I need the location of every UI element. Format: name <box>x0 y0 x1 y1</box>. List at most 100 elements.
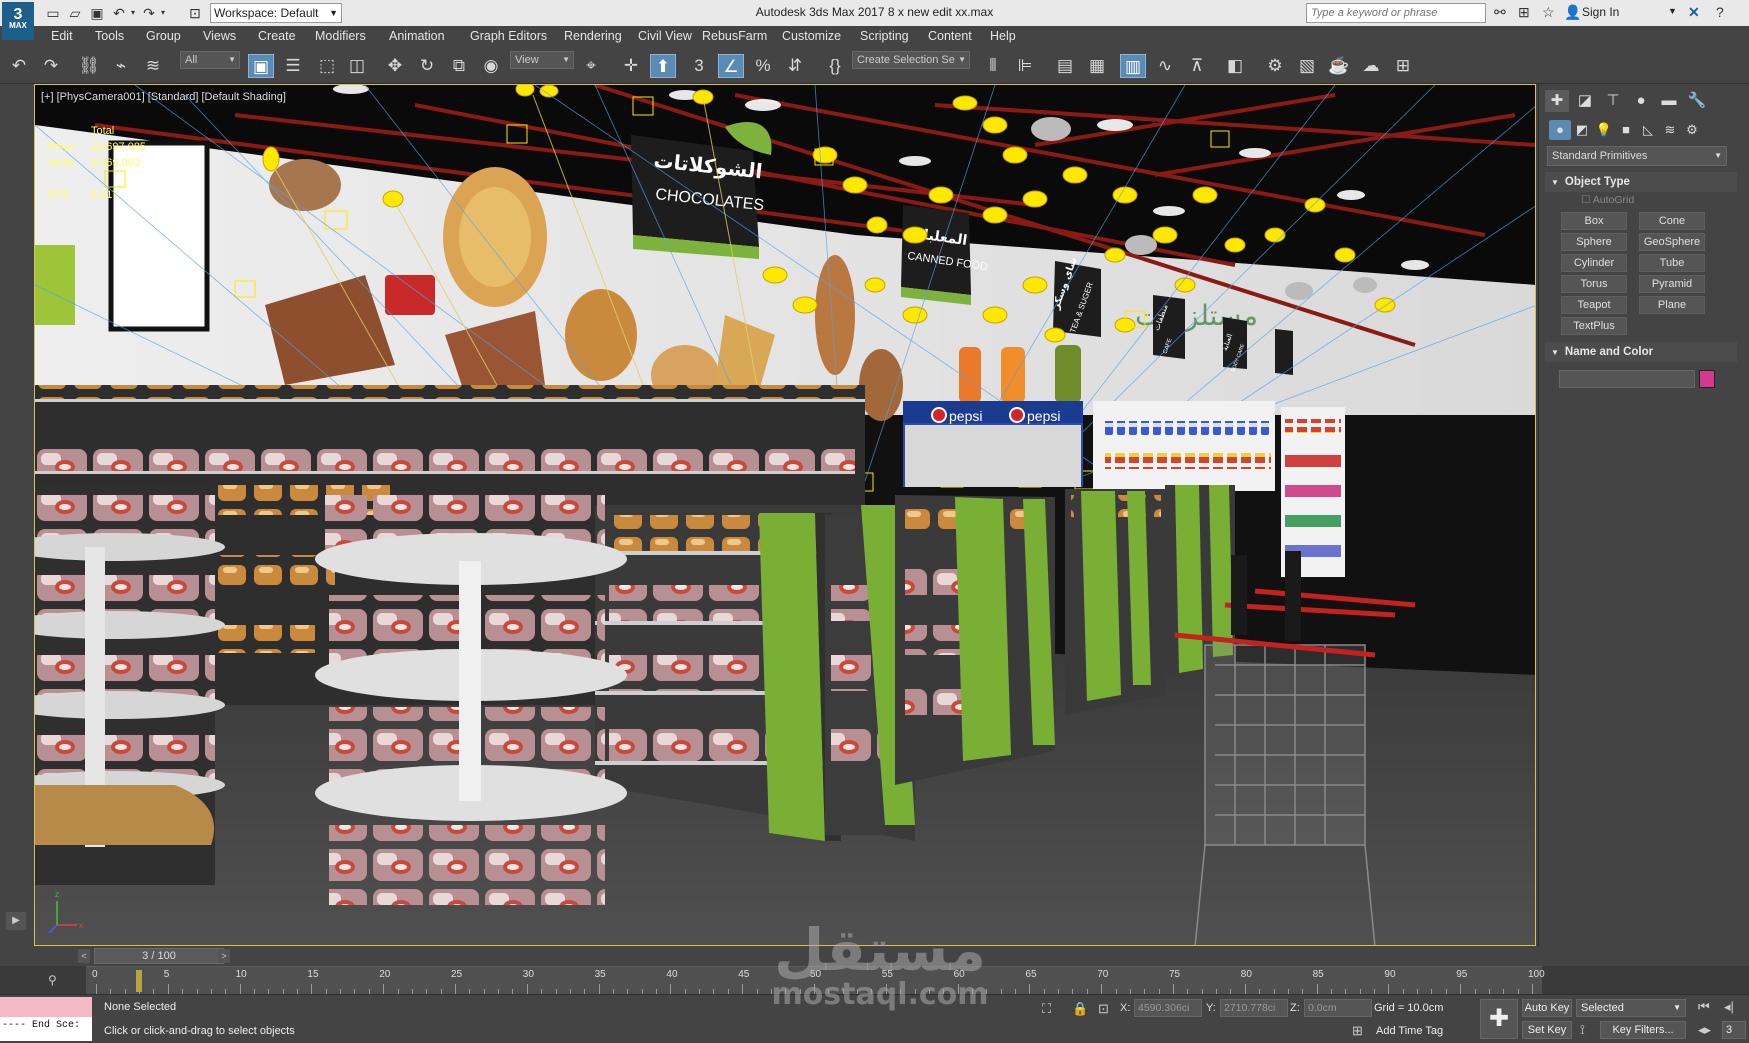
render-icon[interactable]: ☕ <box>1326 54 1352 78</box>
utilities-tab-wrench-icon[interactable]: 🔧 <box>1685 90 1709 112</box>
curve-editor-icon[interactable]: ∿ <box>1152 54 1178 78</box>
render-cloud-icon[interactable]: ☁ <box>1358 54 1384 78</box>
unlink-icon[interactable]: ⌁ <box>108 54 134 78</box>
move-icon[interactable]: ✥ <box>382 54 408 78</box>
save-icon[interactable]: ▣ <box>88 4 106 22</box>
material-editor-icon[interactable]: ◧ <box>1222 54 1248 78</box>
link-icon[interactable]: ⛓ <box>76 54 102 78</box>
project-folder-icon[interactable]: ⊡ <box>186 4 204 22</box>
exchange-apps-icon[interactable]: ✕ <box>1688 4 1700 21</box>
maxscript-listener[interactable]: ---- End Sce: <box>0 997 92 1041</box>
window-crossing-icon[interactable]: ◫ <box>344 54 370 78</box>
menu-rendering[interactable]: Rendering <box>564 29 622 43</box>
angle-snap-icon[interactable]: ∠ <box>718 54 744 78</box>
place-icon[interactable]: ◉ <box>478 54 504 78</box>
absolute-mode-icon[interactable]: ⊡ <box>1098 1001 1109 1017</box>
scale-icon[interactable]: ⧉ <box>446 54 472 78</box>
search-input[interactable] <box>1306 3 1486 23</box>
object-name-field[interactable] <box>1559 370 1695 388</box>
keyboard-shortcut-override-icon[interactable]: ⬆ <box>650 54 676 78</box>
go-to-start-icon[interactable]: ⏮ <box>1698 999 1710 1015</box>
track-bar-key-icon[interactable]: ⚲ <box>14 966 80 994</box>
cone-button[interactable]: Cone <box>1639 212 1705 230</box>
helpers-icon[interactable]: ◺ <box>1637 120 1659 140</box>
viewport-layout-play-icon[interactable]: ▶ <box>6 912 26 930</box>
previous-frame-icon[interactable]: ◂| <box>1724 999 1734 1015</box>
pyramid-button[interactable]: Pyramid <box>1639 275 1705 293</box>
menu-scripting[interactable]: Scripting <box>860 29 909 43</box>
textplus-button[interactable]: TextPlus <box>1561 317 1627 335</box>
scene-explorer-icon[interactable]: ▥ <box>1120 54 1146 78</box>
track-bar-area[interactable]: 0 5 10 15 20 25 30 35 40 45 50 55 60 65 70 75 80 85 90 95 10… <box>86 966 1545 994</box>
z-coordinate-field[interactable]: 0.0cm <box>1304 999 1372 1017</box>
menu-tools[interactable]: Tools <box>95 29 124 43</box>
favorites-star-icon[interactable]: ☆ <box>1542 4 1555 21</box>
binoculars-icon[interactable]: ⚯ <box>1494 4 1506 21</box>
selection-lock-icon[interactable]: 🔒 <box>1072 1001 1088 1017</box>
reference-coordinate-dropdown[interactable]: View ▼ <box>510 51 574 69</box>
object-type-rollout[interactable]: ▼ Object Type <box>1545 172 1737 192</box>
toggle-ribbon-icon[interactable]: ▦ <box>1084 54 1110 78</box>
schematic-view-icon[interactable]: ⊼ <box>1184 54 1210 78</box>
rectangular-selection-icon[interactable]: ⬚ <box>314 54 340 78</box>
menu-content[interactable]: Content <box>928 29 972 43</box>
teapot-button[interactable]: Teapot <box>1561 296 1627 314</box>
rotate-icon[interactable]: ↻ <box>414 54 440 78</box>
undo-icon[interactable]: ↶ <box>6 54 32 78</box>
redo-icon[interactable]: ↷ <box>38 54 64 78</box>
rebusfarm-icon[interactable]: ⊞ <box>1390 54 1416 78</box>
plane-button[interactable]: Plane <box>1639 296 1705 314</box>
time-slider-knob[interactable]: 3 / 100 <box>94 948 224 964</box>
current-frame-field[interactable]: 3 <box>1722 1021 1746 1039</box>
create-tab-plus-icon[interactable]: ✚ <box>1545 90 1569 112</box>
help-icon[interactable]: ? <box>1716 4 1724 20</box>
layer-explorer-icon[interactable]: ▤ <box>1052 54 1078 78</box>
edit-named-selection-icon[interactable]: {} <box>822 54 848 78</box>
snaps-toggle-icon[interactable]: 3 <box>686 54 712 78</box>
hierarchy-tab-icon[interactable]: ⊤ <box>1601 90 1625 112</box>
percent-snap-icon[interactable]: % <box>750 54 776 78</box>
pivot-center-icon[interactable]: ⌖ <box>578 54 604 78</box>
app-logo[interactable]: 3 MAX <box>2 2 34 40</box>
set-key-button[interactable]: Set Key <box>1522 1021 1572 1039</box>
maxscript-input[interactable] <box>0 997 92 1017</box>
geometry-sphere-icon[interactable]: ● <box>1549 120 1571 140</box>
new-file-icon[interactable]: ▭ <box>44 4 62 22</box>
menu-rebusfarm[interactable]: RebusFarm <box>702 29 767 43</box>
x-coordinate-field[interactable]: 4590.306ci <box>1134 999 1202 1017</box>
frame-step-icon[interactable]: ◂▸ <box>1698 1022 1711 1038</box>
menu-create[interactable]: Create <box>258 29 296 43</box>
current-frame-marker[interactable] <box>136 970 143 992</box>
cylinder-button[interactable]: Cylinder <box>1561 254 1627 272</box>
time-tag-icon[interactable]: ⊞ <box>1352 1023 1363 1039</box>
shapes-icon[interactable]: ◩ <box>1571 120 1593 140</box>
default-in-out-tangents-icon[interactable]: ⟟ <box>1580 1022 1585 1038</box>
set-keys-icon[interactable]: ✚ <box>1480 999 1518 1039</box>
selection-filter-dropdown[interactable]: All ▼ <box>180 51 240 69</box>
camera-viewport[interactable]: مستلزمات الشوكلاتات CHOCOLATES المعلبات … <box>34 84 1536 946</box>
sign-in-link[interactable]: Sign In <box>1582 5 1619 19</box>
named-selection-dropdown[interactable]: Create Selection Se ▼ <box>852 51 970 69</box>
add-time-tag-button[interactable]: Add Time Tag <box>1376 1025 1443 1037</box>
select-by-name-icon[interactable]: ☰ <box>280 54 306 78</box>
motion-tab-icon[interactable]: ● <box>1629 90 1653 112</box>
systems-icon[interactable]: ⚙ <box>1681 120 1703 140</box>
key-filter-selection-dropdown[interactable]: Selected ▼ <box>1576 999 1686 1017</box>
menu-customize[interactable]: Customize <box>782 29 841 43</box>
y-coordinate-field[interactable]: 2710.778ci <box>1220 999 1288 1017</box>
select-manipulate-icon[interactable]: ✛ <box>618 54 644 78</box>
spinner-snap-icon[interactable]: ⇵ <box>782 54 808 78</box>
redo-dropdown-icon[interactable]: ▾ <box>154 4 172 22</box>
primitives-dropdown[interactable]: Standard Primitives ▼ <box>1547 146 1727 166</box>
display-tab-icon[interactable]: ▬ <box>1657 90 1681 112</box>
menu-edit[interactable]: Edit <box>51 29 73 43</box>
cameras-icon[interactable]: ■ <box>1615 120 1637 140</box>
rendered-frame-icon[interactable]: ▧ <box>1294 54 1320 78</box>
menu-group[interactable]: Group <box>146 29 181 43</box>
box-button[interactable]: Box <box>1561 212 1627 230</box>
open-folder-icon[interactable]: ▱ <box>66 4 84 22</box>
autogrid-checkbox[interactable]: ☐ AutoGrid <box>1581 194 1634 206</box>
auto-key-button[interactable]: Auto Key <box>1522 999 1572 1017</box>
bind-space-warp-icon[interactable]: ≋ <box>140 54 166 78</box>
key-filters-button[interactable]: Key Filters... <box>1600 1021 1686 1039</box>
